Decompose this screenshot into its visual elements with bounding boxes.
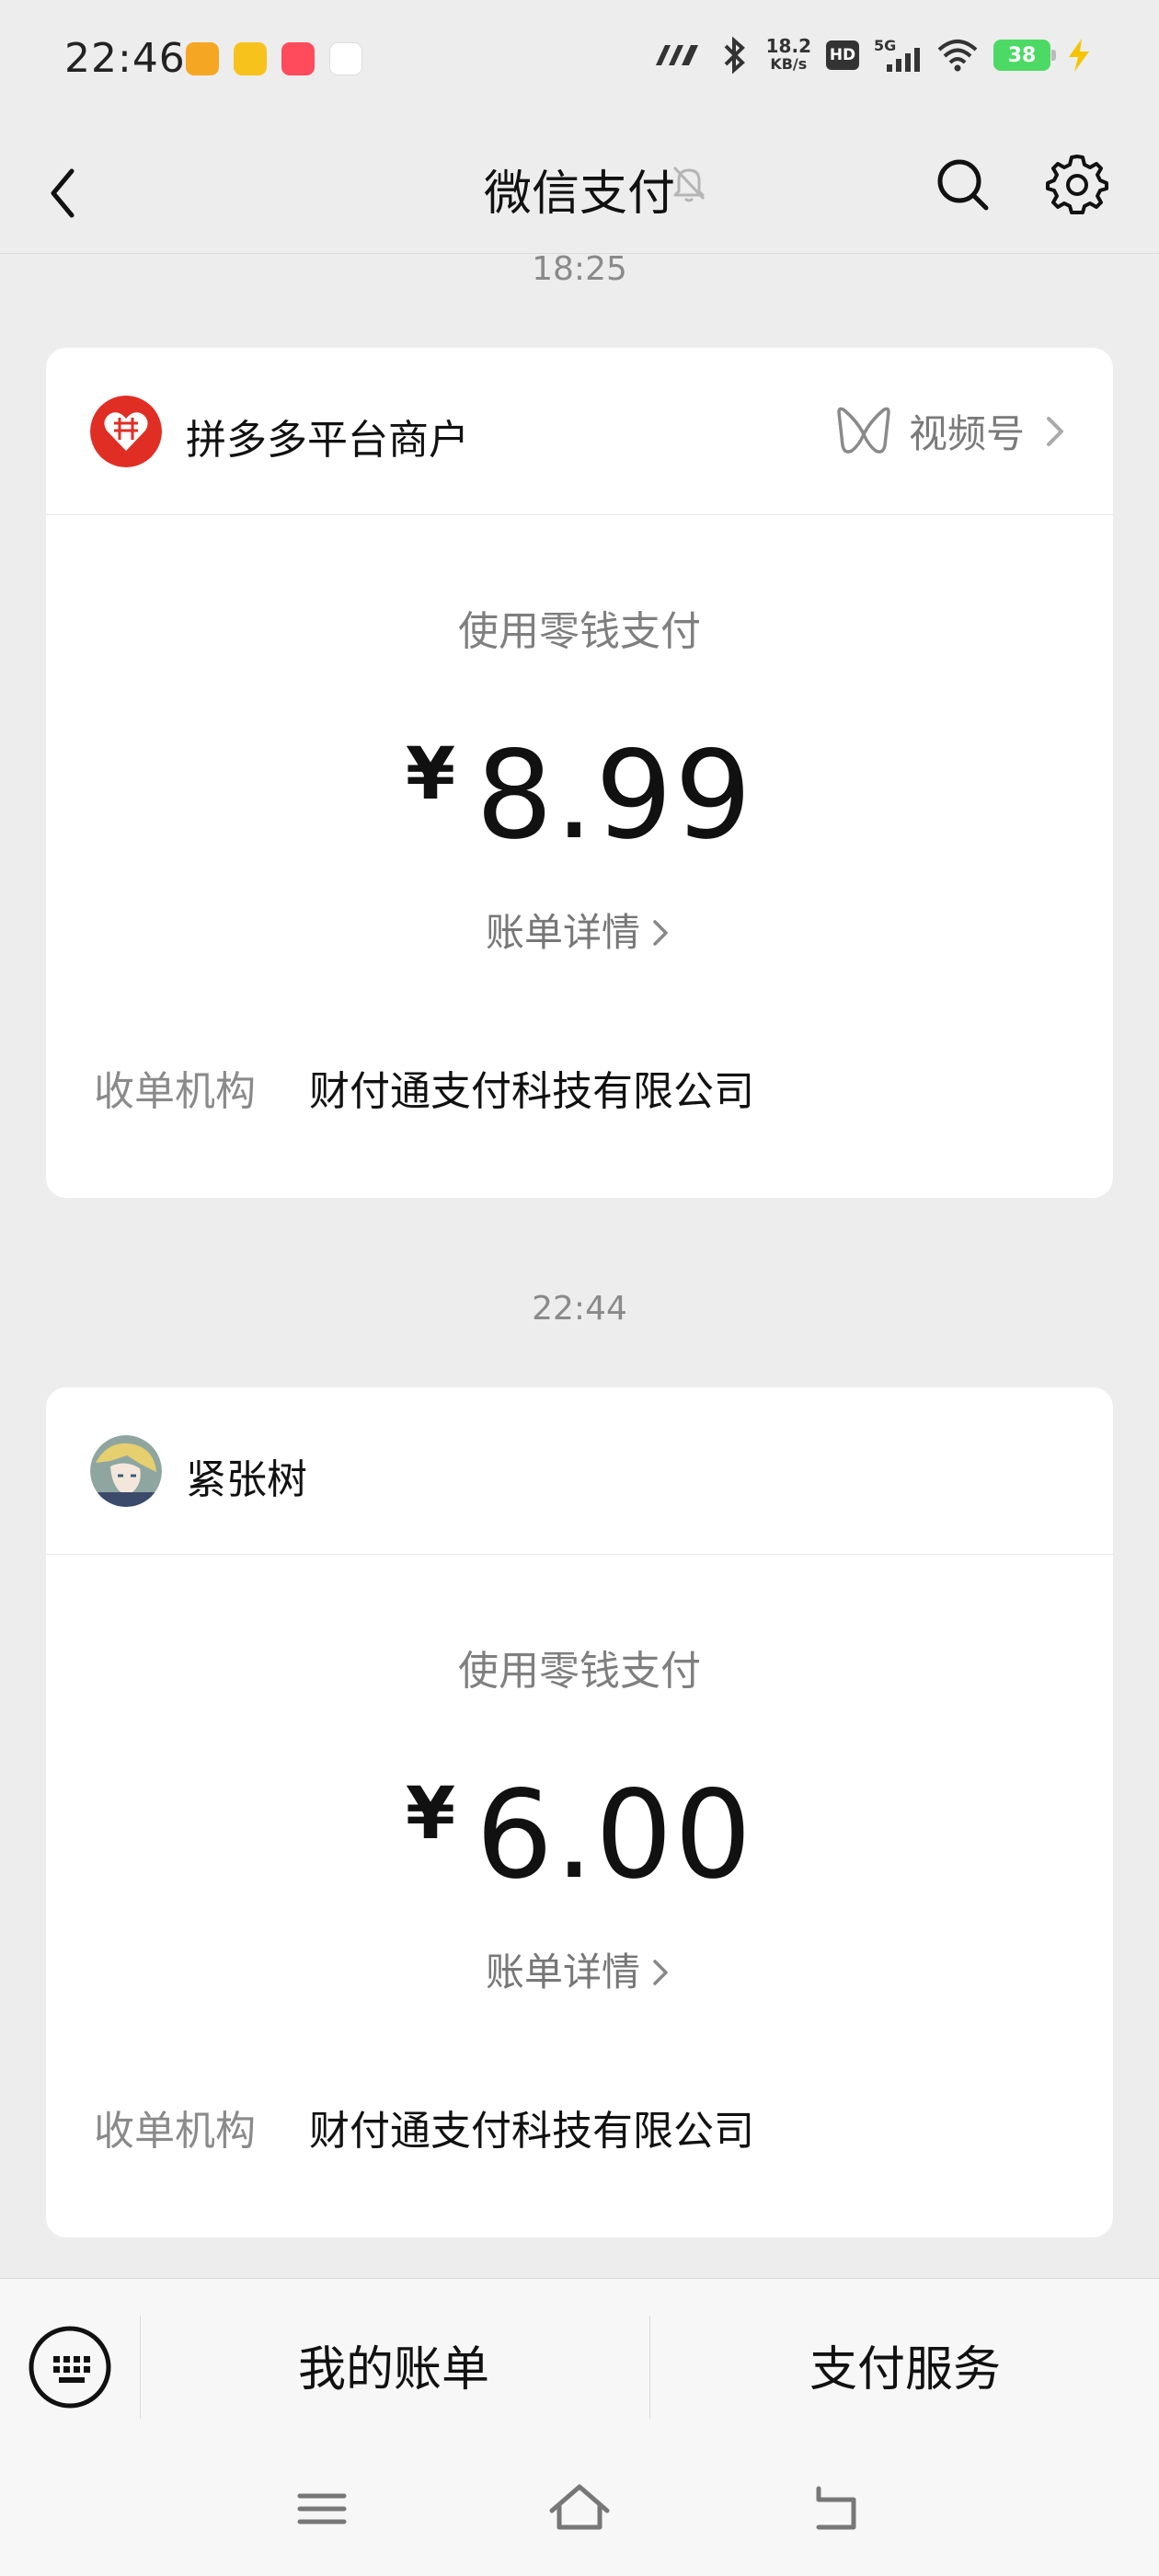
search-icon[interactable] — [931, 153, 995, 217]
cell-signal-icon: 5G — [874, 37, 922, 74]
gear-icon[interactable] — [1045, 153, 1109, 217]
menu-icon[interactable] — [285, 2472, 359, 2546]
chevron-right-icon — [1047, 416, 1063, 446]
merchant-name[interactable]: 紧张树 — [186, 1446, 307, 1505]
bluetooth-icon — [724, 37, 745, 74]
acquirer-row: 收单机构 财付通支付科技有限公司 — [94, 2098, 754, 2156]
currency-symbol: ¥ — [405, 733, 456, 816]
bill-details-link[interactable]: 账单详情 — [46, 902, 1113, 958]
notification-app-icons — [186, 42, 362, 75]
message-timestamp: 22:44 — [532, 1290, 627, 1328]
acquirer-value: 财付通支付科技有限公司 — [309, 1068, 754, 1115]
acquirer-row: 收单机构 财付通支付科技有限公司 — [94, 1058, 754, 1117]
acquirer-value: 财付通支付科技有限公司 — [309, 2108, 754, 2155]
status-time: 22:46 — [64, 35, 186, 82]
amount-value: 8.99 — [476, 725, 754, 867]
message-timestamp: 18:25 — [532, 250, 627, 288]
payment-amount: ¥6.00 — [46, 1765, 1113, 1906]
home-icon[interactable] — [543, 2472, 616, 2546]
acquirer-label: 收单机构 — [94, 2108, 256, 2155]
acquirer-label: 收单机构 — [94, 1068, 256, 1115]
status-bar: 22:46 18.2 KB/s HD 5G 38 — [0, 0, 1159, 120]
channels-link[interactable]: 视频号 — [835, 403, 1067, 459]
payment-method: 使用零钱支付 — [458, 1648, 701, 1695]
merchant-name[interactable]: 拼多多平台商户 — [186, 407, 469, 466]
charging-icon — [1069, 39, 1089, 72]
back-icon[interactable] — [800, 2472, 874, 2546]
app-notification-icon — [281, 42, 315, 75]
network-speed: 18.2 KB/s — [766, 37, 811, 74]
my-bills-tab[interactable]: 我的账单 — [210, 2330, 578, 2399]
payment-card-header: 紧张树 — [46, 1387, 1113, 1555]
bill-details-label: 账单详情 — [485, 1949, 640, 1995]
mute-bell-icon — [672, 166, 706, 202]
battery-level: 38 — [1007, 43, 1037, 67]
merchant-avatar[interactable] — [90, 1435, 162, 1507]
payment-card[interactable]: 紧张树 使用零钱支付 ¥6.00 账单详情 收单机构 财付通支付科技有限公司 — [46, 1387, 1113, 2237]
wifi-icon — [937, 40, 978, 72]
pay-services-tab[interactable]: 支付服务 — [721, 2330, 1089, 2399]
nav-bar: 微信支付 — [0, 120, 1159, 254]
chevron-right-icon — [653, 1960, 668, 1985]
bottom-menu-bar: 我的账单 支付服务 — [0, 2278, 1159, 2576]
tab-divider — [140, 2316, 141, 2419]
amount-value: 6.00 — [476, 1765, 754, 1906]
app-notification-icon — [329, 42, 362, 75]
channels-logo-icon — [837, 407, 890, 454]
payment-amount: ¥8.99 — [46, 725, 1113, 867]
payment-card[interactable]: 拼多多平台商户 视频号 使用零钱支付 ¥8.99 账单详情 收单机构 财付通支付科… — [46, 348, 1113, 1198]
hd-badge: HD — [826, 40, 859, 70]
app-notification-icon — [234, 42, 267, 75]
merchant-avatar[interactable] — [90, 396, 162, 467]
payment-card-header: 拼多多平台商户 视频号 — [46, 348, 1113, 515]
battery-icon: 38 — [993, 40, 1056, 71]
chevron-right-icon — [653, 920, 668, 946]
channels-label: 视频号 — [908, 411, 1025, 456]
nfc-signal-icon — [655, 45, 698, 65]
bill-details-link[interactable]: 账单详情 — [46, 1941, 1113, 1997]
bill-details-label: 账单详情 — [485, 910, 640, 955]
network-speed-value: 18.2 — [765, 35, 811, 57]
currency-symbol: ¥ — [405, 1773, 456, 1856]
network-speed-unit: KB/s — [770, 55, 808, 73]
app-notification-icon — [186, 42, 219, 75]
status-icons: 18.2 KB/s HD 5G 38 — [652, 37, 1093, 74]
keyboard-icon[interactable] — [28, 2325, 112, 2409]
tab-divider — [649, 2316, 650, 2419]
payment-method: 使用零钱支付 — [458, 608, 701, 655]
